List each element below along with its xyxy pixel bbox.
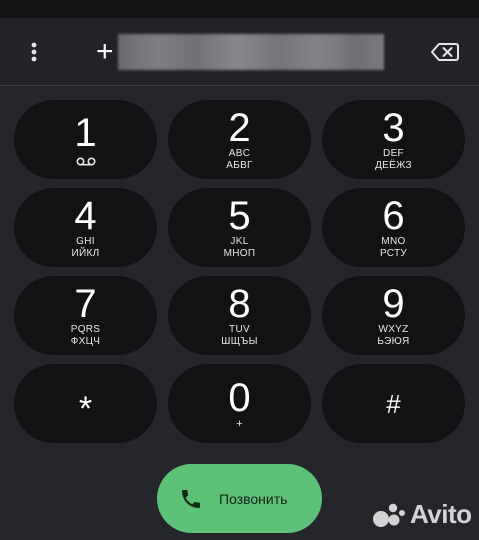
key-8[interactable]: 8 TUV ШЩЪЫ xyxy=(168,276,311,355)
key-digit: 3 xyxy=(382,105,405,150)
call-button-label: Позвонить xyxy=(219,490,288,507)
key-letters-latin: MNO xyxy=(381,235,406,247)
key-2[interactable]: 2 ABC АБВГ xyxy=(168,100,311,179)
watermark-text: Avito xyxy=(410,498,472,529)
key-5[interactable]: 5 JKL МНОП xyxy=(168,188,311,267)
key-6[interactable]: 6 MNO РСТУ xyxy=(322,188,465,267)
more-options-button[interactable] xyxy=(20,38,48,66)
top-bar: + xyxy=(0,18,479,86)
backspace-button[interactable] xyxy=(428,38,462,66)
key-letters-latin: WXYZ xyxy=(378,323,409,335)
key-9[interactable]: 9 WXYZ ЬЭЮЯ xyxy=(322,276,465,355)
avito-logo-icon xyxy=(373,503,405,527)
phone-icon xyxy=(182,489,200,508)
key-letters-latin: ABC xyxy=(228,147,251,159)
voicemail-icon xyxy=(75,157,96,166)
key-7[interactable]: 7 PQRS ФХЦЧ xyxy=(14,276,157,355)
key-letters-latin: DEF xyxy=(383,147,404,159)
key-letters-cyrillic: РСТУ xyxy=(379,247,408,259)
key-letters-cyrillic: АБВГ xyxy=(226,159,253,171)
key-digit: # xyxy=(386,388,401,419)
key-digit: 0 xyxy=(228,375,251,420)
key-star[interactable]: * xyxy=(14,364,157,443)
dial-pad: 1 2 ABC АБВГ 3 DEF ДЕЁЖЗ 4 GHI ИЙКЛ 5 JK… xyxy=(14,100,465,443)
key-3[interactable]: 3 DEF ДЕЁЖЗ xyxy=(322,100,465,179)
key-0[interactable]: 0 + xyxy=(168,364,311,443)
key-letters-cyrillic: ДЕЁЖЗ xyxy=(375,159,412,171)
key-letters-cyrillic: ИЙКЛ xyxy=(71,247,100,259)
key-hash[interactable]: # xyxy=(322,364,465,443)
number-prefix: + xyxy=(96,35,114,68)
backspace-icon xyxy=(431,43,459,61)
more-vert-icon xyxy=(31,42,37,62)
key-1[interactable]: 1 xyxy=(14,100,157,179)
key-digit: * xyxy=(78,389,93,428)
key-letters-cyrillic: ЬЭЮЯ xyxy=(377,335,410,347)
key-digit: 8 xyxy=(228,281,251,326)
key-letters-latin: TUV xyxy=(229,323,250,335)
avito-watermark: Avito xyxy=(372,498,472,530)
key-digit: 1 xyxy=(74,111,97,155)
key-digit: 9 xyxy=(382,281,405,326)
status-bar xyxy=(0,0,479,18)
blurred-phone-number xyxy=(118,34,384,70)
key-digit: 5 xyxy=(228,193,251,238)
key-letters-latin: JKL xyxy=(230,235,249,247)
key-letters-latin: + xyxy=(236,417,243,430)
key-letters-cyrillic: ШЩЪЫ xyxy=(221,335,258,347)
key-letters-cyrillic: МНОП xyxy=(223,247,256,259)
key-4[interactable]: 4 GHI ИЙКЛ xyxy=(14,188,157,267)
phone-number-field[interactable]: + xyxy=(96,32,386,72)
key-digit: 6 xyxy=(382,193,405,238)
key-letters-latin: GHI xyxy=(76,235,95,247)
key-letters-latin: PQRS xyxy=(70,323,101,335)
key-letters-cyrillic: ФХЦЧ xyxy=(70,335,101,347)
key-digit: 2 xyxy=(228,105,251,150)
key-digit: 4 xyxy=(74,193,97,238)
divider xyxy=(0,85,479,86)
key-digit: 7 xyxy=(74,281,97,326)
call-button[interactable]: Позвонить xyxy=(157,464,322,533)
